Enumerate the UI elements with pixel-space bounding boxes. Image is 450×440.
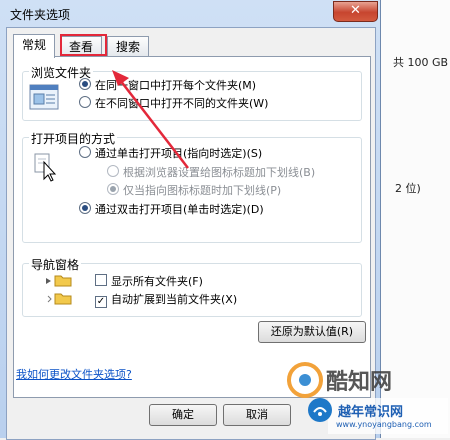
watermark-url: www.ynoyangbang.com	[336, 420, 432, 429]
watermark-brand-1: 酷知网	[326, 370, 393, 395]
watermark-signal-icon	[308, 398, 332, 422]
watermark-logo-icon	[287, 362, 323, 398]
watermark-brand-2: 越年常识网	[338, 405, 404, 420]
tab-general[interactable]: 常规	[13, 34, 56, 58]
